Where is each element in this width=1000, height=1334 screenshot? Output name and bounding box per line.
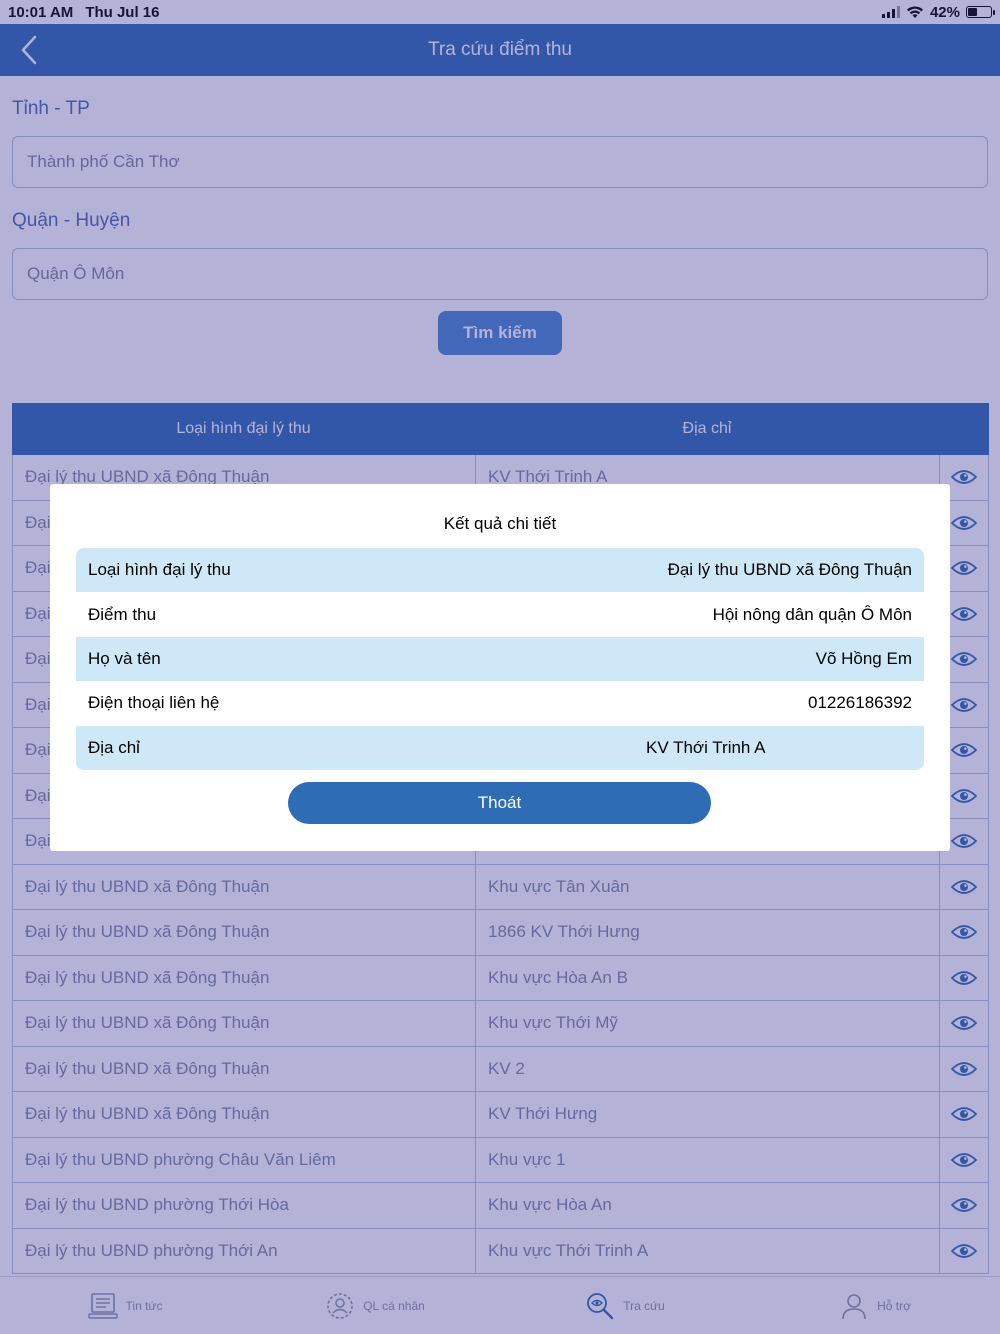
detail-row-address: Địa chỉ KV Thới Trinh A <box>76 725 924 770</box>
dialog-title: Kết quả chi tiết <box>443 514 557 533</box>
exit-button[interactable]: Thoát <box>288 782 711 824</box>
detail-value: Võ Hồng Em <box>815 648 912 668</box>
detail-value: Hội nông dân quận Ô Môn <box>712 604 912 624</box>
detail-key: Loại hình đại lý thu <box>88 560 231 580</box>
detail-key: Điểm thu <box>88 604 157 624</box>
detail-list: Loại hình đại lý thu Đại lý thu UBND xã … <box>76 548 924 770</box>
detail-key: Họ và tên <box>88 648 161 668</box>
detail-row-name: Họ và tên Võ Hồng Em <box>76 636 924 682</box>
detail-key: Địa chỉ <box>88 737 140 757</box>
detail-value: 01226186392 <box>807 693 912 713</box>
detail-row-collection-point: Điểm thu Hội nông dân quận Ô Môn <box>76 592 924 636</box>
detail-dialog: Kết quả chi tiết Loại hình đại lý thu Đạ… <box>50 484 950 851</box>
detail-row-type: Loại hình đại lý thu Đại lý thu UBND xã … <box>76 548 924 593</box>
detail-row-phone: Điện thoại liên hệ 01226186392 <box>76 681 924 725</box>
detail-value: KV Thới Trinh A <box>646 737 766 757</box>
detail-key: Điện thoại liên hệ <box>88 693 220 713</box>
detail-value: Đại lý thu UBND xã Đông Thuận <box>667 560 912 580</box>
